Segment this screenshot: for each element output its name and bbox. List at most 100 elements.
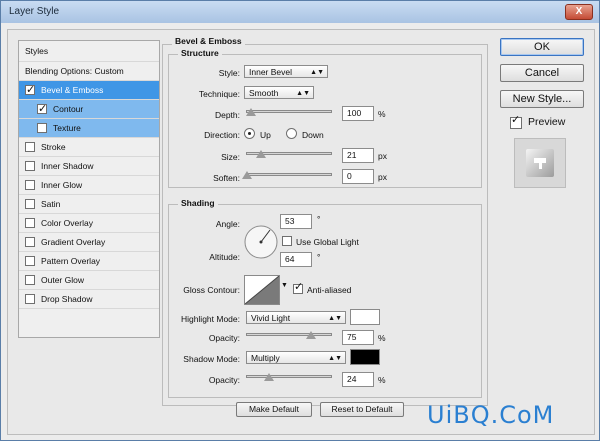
altitude-unit: ° (317, 252, 321, 262)
soften-input[interactable]: 0 (342, 169, 374, 184)
updown-arrows-icon: ▲▼ (296, 90, 310, 97)
preview-checkbox[interactable] (510, 113, 522, 129)
updown-arrows-icon: ▲▼ (328, 315, 342, 322)
layer-style-dialog: Layer Style X Styles Blending Options: C… (0, 0, 600, 441)
contour-checkbox[interactable] (37, 100, 47, 119)
preview-shape-icon (534, 158, 546, 169)
depth-label: Depth: (214, 110, 240, 120)
styles-list: Styles Blending Options: Custom Bevel & … (18, 40, 160, 338)
inner-shadow-checkbox[interactable] (25, 161, 35, 171)
soften-label: Soften: (213, 173, 240, 183)
direction-up-radio[interactable] (244, 128, 255, 139)
direction-up-label: Up (260, 130, 271, 140)
shadow-opacity-unit: % (378, 375, 386, 385)
gloss-contour-label: Gloss Contour: (183, 285, 240, 295)
dialog-body: Styles Blending Options: Custom Bevel & … (7, 29, 595, 435)
style-label: Style: (218, 68, 240, 78)
size-input[interactable]: 21 (342, 148, 374, 163)
texture-checkbox[interactable] (37, 123, 47, 133)
satin-checkbox[interactable] (25, 199, 35, 209)
reset-to-default-button[interactable]: Reset to Default (320, 402, 404, 417)
highlight-opacity-slider[interactable] (246, 333, 332, 336)
make-default-button[interactable]: Make Default (236, 402, 312, 417)
new-style-button[interactable]: New Style... (500, 90, 584, 108)
highlight-opacity-input[interactable]: 75 (342, 330, 374, 345)
bevel-emboss-checkbox[interactable] (25, 81, 35, 100)
shadow-opacity-slider-thumb[interactable] (264, 373, 274, 381)
inner-glow-checkbox[interactable] (25, 180, 35, 190)
angle-input[interactable]: 53 (280, 214, 312, 229)
style-item-gradient-overlay[interactable]: Gradient Overlay (19, 233, 159, 252)
style-select[interactable]: Inner Bevel ▲▼ (244, 65, 328, 78)
depth-slider-thumb[interactable] (246, 108, 256, 116)
altitude-input[interactable]: 64 (280, 252, 312, 267)
angle-unit: ° (317, 214, 321, 224)
style-item-satin[interactable]: Satin (19, 195, 159, 214)
depth-unit: % (378, 109, 386, 119)
watermark-logo: UiBQ.CoM (427, 401, 555, 429)
style-item-drop-shadow[interactable]: Drop Shadow (19, 290, 159, 309)
shadow-opacity-label: Opacity: (208, 375, 240, 385)
gradient-overlay-checkbox[interactable] (25, 237, 35, 247)
soften-slider-thumb[interactable] (242, 171, 252, 179)
highlight-mode-select[interactable]: Vivid Light ▲▼ (246, 311, 346, 324)
shadow-opacity-input[interactable]: 24 (342, 372, 374, 387)
size-slider-thumb[interactable] (256, 150, 266, 158)
updown-arrows-icon: ▲▼ (310, 69, 324, 76)
size-label: Size: (221, 152, 240, 162)
styles-header[interactable]: Styles (19, 41, 159, 62)
style-item-texture[interactable]: Texture (19, 119, 159, 138)
style-item-outer-glow[interactable]: Outer Glow (19, 271, 159, 290)
depth-input[interactable]: 100 (342, 106, 374, 121)
soften-slider[interactable] (246, 173, 332, 176)
shading-title: Shading (178, 198, 218, 208)
highlight-color-swatch[interactable] (350, 309, 380, 325)
style-item-pattern-overlay[interactable]: Pattern Overlay (19, 252, 159, 271)
cancel-button[interactable]: Cancel (500, 64, 584, 82)
style-item-color-overlay[interactable]: Color Overlay (19, 214, 159, 233)
color-overlay-checkbox[interactable] (25, 218, 35, 228)
structure-title: Structure (178, 48, 222, 58)
contour-dropdown-arrow-icon[interactable]: ▼ (281, 282, 288, 289)
pattern-overlay-checkbox[interactable] (25, 256, 35, 266)
soften-unit: px (378, 172, 387, 182)
direction-down-radio[interactable] (286, 128, 297, 139)
highlight-mode-label: Highlight Mode: (180, 314, 240, 324)
title-bar[interactable]: Layer Style X (1, 1, 599, 23)
technique-select[interactable]: Smooth ▲▼ (244, 86, 314, 99)
shadow-color-swatch[interactable] (350, 349, 380, 365)
preview-label: Preview (528, 116, 566, 128)
shadow-mode-select[interactable]: Multiply ▲▼ (246, 351, 346, 364)
contour-curve-icon (244, 275, 280, 305)
altitude-label: Altitude: (209, 252, 240, 262)
technique-label: Technique: (198, 89, 240, 99)
drop-shadow-checkbox[interactable] (25, 294, 35, 304)
use-global-light-label: Use Global Light (296, 237, 359, 247)
anti-aliased-checkbox[interactable] (293, 280, 303, 294)
style-item-bevel-emboss[interactable]: Bevel & Emboss (19, 81, 159, 100)
blending-options[interactable]: Blending Options: Custom (19, 62, 159, 81)
angle-label: Angle: (215, 219, 240, 229)
style-item-inner-shadow[interactable]: Inner Shadow (19, 157, 159, 176)
angle-dial[interactable] (244, 225, 278, 259)
style-item-stroke[interactable]: Stroke (19, 138, 159, 157)
direction-label: Direction: (204, 130, 240, 140)
stroke-checkbox[interactable] (25, 142, 35, 152)
ok-button[interactable]: OK (500, 38, 584, 56)
updown-arrows-icon: ▲▼ (328, 355, 342, 362)
style-item-inner-glow[interactable]: Inner Glow (19, 176, 159, 195)
style-preview-thumbnail (514, 138, 566, 188)
gloss-contour-picker[interactable] (244, 275, 280, 305)
close-button[interactable]: X (565, 4, 593, 20)
style-item-contour[interactable]: Contour (19, 100, 159, 119)
shadow-opacity-slider[interactable] (246, 375, 332, 378)
depth-slider[interactable] (246, 110, 332, 113)
shading-group (168, 204, 482, 398)
window-title: Layer Style (9, 6, 60, 17)
outer-glow-checkbox[interactable] (25, 275, 35, 285)
anti-aliased-label: Anti-aliased (307, 285, 352, 295)
highlight-opacity-slider-thumb[interactable] (306, 331, 316, 339)
shadow-mode-label: Shadow Mode: (183, 354, 240, 364)
highlight-opacity-label: Opacity: (208, 333, 240, 343)
use-global-light-checkbox[interactable] (282, 236, 292, 246)
